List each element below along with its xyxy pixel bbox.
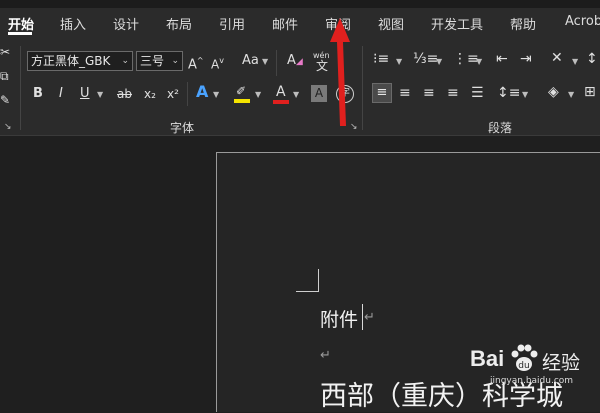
shrink-font-button[interactable]: Av [211,53,224,73]
cut-icon[interactable]: ✂ [0,44,10,60]
tab-developer[interactable]: 开发工具 [431,14,483,33]
tab-home[interactable]: 开始 [8,14,34,33]
watermark-brand: Bai [470,346,505,371]
strikethrough-button[interactable]: ab [117,86,132,102]
tab-acrobat[interactable]: Acrob [565,14,600,29]
font-color-swatch [273,100,289,104]
chevron-down-icon[interactable]: ▼ [396,57,402,66]
grow-font-button[interactable]: A^ [188,53,204,73]
tab-design[interactable]: 设计 [113,14,139,33]
italic-button[interactable]: I [59,86,63,102]
align-right-icon[interactable]: ≡ [423,85,435,101]
numbering-icon[interactable]: ⅓≡ [413,51,438,67]
chinese-layout-icon[interactable]: ✕ [551,50,563,66]
chevron-down-icon[interactable]: ▼ [436,57,442,66]
tab-mailings[interactable]: 邮件 [272,14,298,33]
tab-help[interactable]: 帮助 [510,14,536,33]
subscript-button[interactable]: x₂ [144,86,156,102]
paragraph-group-label: 段落 [488,121,513,135]
align-left-button[interactable]: ≡ [372,83,392,103]
chevron-down-icon[interactable]: ▼ [293,90,299,99]
paragraph-mark: ↵ [320,348,331,363]
font-color-glyph: A [276,84,286,100]
text-cursor [362,304,363,330]
chevron-down-icon[interactable]: ▼ [476,57,482,66]
tab-view[interactable]: 视图 [378,14,404,33]
highlight-swatch [234,99,250,103]
change-case-button[interactable]: Aa [242,53,259,69]
font-family-value: 方正黑体_GBK [31,54,111,68]
chevron-down-icon[interactable]: ▼ [568,90,574,99]
chevron-down-icon[interactable]: ▼ [572,57,578,66]
borders-icon[interactable]: ⊞ [584,84,596,100]
font-color-button[interactable]: A [273,84,289,104]
clear-formatting-button[interactable]: A◢ [287,53,303,70]
group-separator [187,82,188,106]
tab-insert[interactable]: 插入 [60,14,86,33]
copy-icon[interactable]: ⧉ [0,68,9,84]
shading-bucket-icon[interactable]: ◈ [548,84,559,100]
superscript-button[interactable]: x² [167,86,179,102]
active-tab-indicator [8,32,32,35]
paragraph-mark: ↵ [364,310,375,325]
font-size-combo[interactable]: 三号 ⌄ [136,51,183,71]
chevron-down-icon[interactable]: ▼ [213,90,219,99]
distributed-align-icon[interactable]: ☰ [471,85,484,101]
phonetic-glyph-icon: 文 [316,59,329,73]
highlight-color-button[interactable]: ✐ [234,84,250,103]
line-spacing-icon[interactable]: ↕≡ [497,85,520,101]
chevron-down-icon[interactable]: ▼ [97,90,103,99]
highlighter-pen-icon: ✐ [236,84,247,98]
tab-references[interactable]: 引用 [219,14,245,33]
red-arrow-annotation [330,18,350,126]
sort-icon[interactable]: ↕ [586,51,598,67]
group-separator [362,46,363,130]
clipboard-launcher-icon[interactable]: ↘ [4,122,12,132]
multilevel-list-icon[interactable]: ⋮≡ [453,51,479,67]
bullets-icon[interactable]: ⁝≡ [373,51,389,67]
group-separator [276,50,277,76]
group-separator [20,46,21,130]
margin-crop-mark [296,291,318,292]
margin-crop-mark [318,269,319,292]
chevron-down-icon[interactable]: ⌄ [121,52,129,70]
chevron-down-icon[interactable]: ▼ [255,90,261,99]
ribbon-tab-bar: 开始 插入 设计 布局 引用 邮件 审阅 视图 开发工具 帮助 Acrob [0,8,600,36]
bold-button[interactable]: B [33,86,43,102]
chevron-down-icon[interactable]: ▼ [262,57,268,66]
font-size-value: 三号 [140,54,165,68]
window-top-strip [0,0,600,8]
arrow-shape [330,18,350,126]
underline-button[interactable]: U [80,86,90,102]
character-shading-button[interactable]: A [311,85,327,102]
justify-icon[interactable]: ≡ [447,85,459,101]
align-center-icon[interactable]: ≡ [399,85,411,101]
decrease-indent-icon[interactable]: ⇤ [496,51,508,67]
ribbon-panel: ✂ ⧉ ✎ ↘ 方正黑体_GBK ⌄ 三号 ⌄ A^ Av Aa ▼ A◢ wé… [0,36,600,136]
format-painter-icon[interactable]: ✎ [0,92,10,108]
svg-text:du: du [518,361,529,371]
paw-logo-icon: du [511,344,538,371]
increase-indent-icon[interactable]: ⇥ [520,51,532,67]
tab-layout[interactable]: 布局 [166,14,192,33]
chevron-down-icon[interactable]: ⌄ [171,52,179,70]
baidu-watermark: Bai du 经验 jingyan.baidu.com [470,336,600,400]
font-family-combo[interactable]: 方正黑体_GBK ⌄ [27,51,133,71]
font-group-label: 字体 [170,121,195,135]
text-effects-button[interactable]: A [196,84,208,100]
document-line-attachment[interactable]: 附件 [320,305,358,332]
watermark-brand-suffix: 经验 [542,352,581,374]
watermark-url: jingyan.baidu.com [490,376,574,386]
chevron-down-icon[interactable]: ▼ [522,90,528,99]
